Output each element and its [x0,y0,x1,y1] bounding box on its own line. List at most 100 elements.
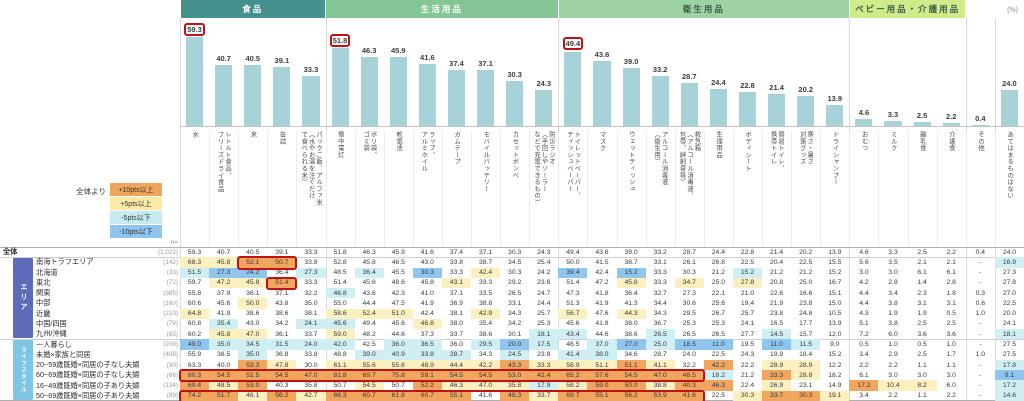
table-cell: 47.6 [595,310,609,318]
table-cell: 51.5 [180,267,210,278]
table-cell: 42.7 [296,390,326,401]
column-label-text: ポリ袋、 ゴミ袋 [362,131,377,159]
table-cell: 47.0 [645,370,675,381]
table-cell: 46.3 [703,380,733,391]
table-cell: 36.4 [275,269,289,277]
table-cell: 24.3 [740,351,755,359]
table-cell: 2.2 [859,361,869,369]
table-cell: 7.2 [859,330,869,338]
table-cell: 24.2 [537,269,551,277]
table-cell: 50.0 [616,380,646,391]
table-cell: 17.7 [799,320,813,328]
table-cell: 27.3 [296,267,326,278]
bar [768,93,786,126]
table-cell: 22.5 [740,258,755,266]
table-cell: 41.9 [217,310,231,318]
table-cell: 0.3 [975,289,986,297]
table-cell: 18.5 [674,339,704,350]
row-n-value: (66) [166,371,178,379]
table-cell: 15.1 [828,289,842,297]
table-cell: 56.2 [616,390,646,401]
table-cell: 60.8 [187,320,202,328]
table-cell: 54.5 [209,370,239,381]
column-label: カセットボンベ [500,131,531,247]
table-cell: 20.4 [769,258,784,266]
table-cell: 23.8 [537,351,551,359]
table-cell: 55.9 [187,351,202,359]
table-cell: 33.8 [304,258,318,266]
table-cell: 33.7 [304,330,318,338]
bar [593,60,611,126]
table-cell: 33.8 [412,349,442,360]
table-cell: 16.5 [769,320,784,328]
table-cell: 1.0 [975,351,986,359]
table-cell: 37.0 [587,339,617,350]
table-cell: 15.7 [799,330,813,338]
table-cell: 59.7 [187,279,202,287]
column-label: おむつ [849,131,880,247]
table-cell: 39.4 [558,267,588,278]
table-cell: 50.7 [333,382,347,390]
table-cell: 51.5 [238,370,268,381]
table-cell: 30.6 [682,299,696,307]
table-cell: 35.0 [209,339,239,350]
table-cell: 6.1 [859,371,869,379]
table-cell: 58.2 [558,380,588,391]
table-cell: 14.6 [994,390,1024,401]
table-cell: 25.7 [537,310,551,318]
table-cell: 60.6 [187,299,202,307]
bar [273,67,291,126]
table-cell: 17.2 [849,380,879,391]
bar [622,67,640,126]
table-cell: 52.8 [333,258,347,266]
table-cell: 43.6 [362,289,376,297]
table-cell: - [979,382,982,390]
table-cell: 26.5 [645,329,675,340]
table-cell: 59.3 [187,248,202,256]
bar [447,69,466,126]
table-cell: 24.1 [296,318,326,330]
column-label: 生理用品 [704,131,734,247]
table-cell: 38.7 [624,258,638,266]
table-cell: 24.4 [711,248,726,256]
column-label-text: モバイルバッテリー [482,131,490,193]
bar [709,89,727,126]
table-cell: 33.3 [478,279,493,287]
table-cell: 58.6 [325,308,355,319]
table-cell: 42.9 [471,308,501,319]
row-n-value: (210) [163,310,178,318]
bar-value-label: 49.4 [555,37,590,51]
bar-value-label: 20.2 [798,84,814,94]
table-cell: 48.5 [209,380,239,391]
table-cell: 38.1 [304,310,318,318]
row-label: 60~69歳既婚×同居の子なし夫婦 [36,370,140,380]
table-cell: 44.3 [616,308,646,319]
table-cell: 51.3 [566,299,580,307]
category-group-header-2: 衛生用品 [558,0,849,18]
row-n-value: (385) [163,289,178,297]
table-cell: 38.6 [624,330,638,338]
table-cell: 15.2 [828,269,842,277]
table-cell: 61.8 [383,390,413,401]
row-n-value: (33) [166,269,178,277]
table-cell: 23.8 [799,299,813,307]
column-label-text: 乾電池 [394,131,402,152]
legend-item-3: -10pts以下 [110,225,162,238]
table-cell: 60.7 [412,390,442,401]
table-cell: 53.0 [500,370,530,381]
column-label-text: ラップ、 アルミホイル [420,131,435,172]
table-cell: 49.0 [180,339,210,350]
table-cell: 24.2 [238,267,268,278]
table-cell: 3.4 [859,392,869,400]
table-cell: 34.3 [508,310,522,318]
table-cell: 33.8 [304,351,318,359]
table-cell: 33.1 [508,299,522,307]
table-cell: 51.4 [267,277,297,289]
table-cell: 38.8 [478,299,493,307]
table-cell: 48.6 [391,279,405,287]
column-label: 離乳食 [908,131,938,247]
bar [506,80,524,126]
row-group-label: エリア [20,283,27,314]
table-cell: 51.1 [616,359,646,371]
table-cell: 3.1 [946,299,956,307]
